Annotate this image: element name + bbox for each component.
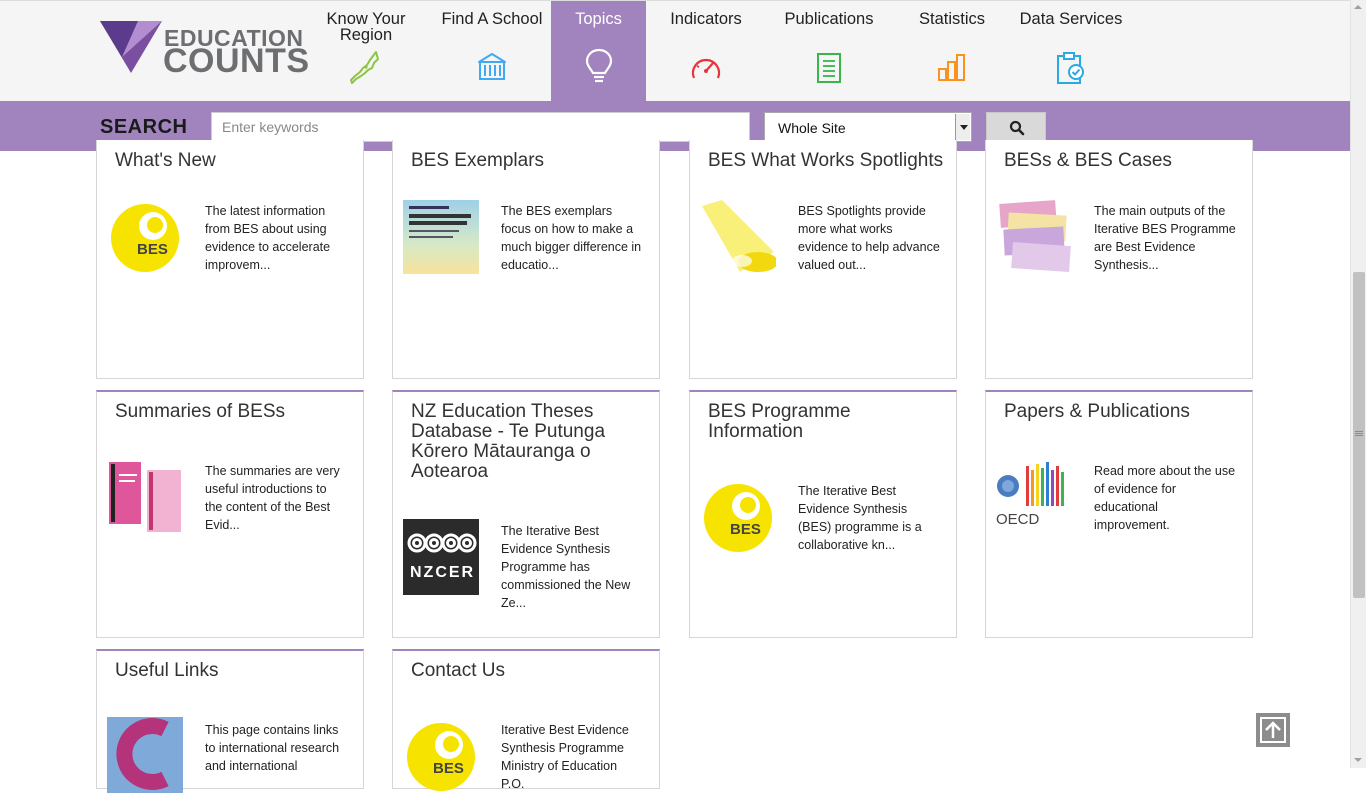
bes-logo-icon: BES	[407, 723, 475, 791]
gauge-icon	[691, 58, 721, 79]
arrow-up-icon	[1260, 717, 1286, 743]
svg-text:NZCER: NZCER	[410, 564, 475, 581]
nav-publications[interactable]: Publications	[775, 1, 883, 102]
search-icon	[1009, 120, 1025, 136]
card-nz-education-theses[interactable]: NZ Education Theses Database - Te Putung…	[392, 390, 660, 638]
logo-line2: COUNTS	[163, 42, 310, 80]
bes-logo-icon: BES	[111, 204, 179, 272]
search-title: SEARCH	[100, 116, 188, 138]
scroll-up-icon[interactable]	[1354, 5, 1362, 9]
svg-text:BES: BES	[433, 760, 464, 777]
nav-indicators[interactable]: Indicators	[660, 1, 752, 102]
search-input[interactable]	[211, 112, 750, 142]
useful-links-image	[107, 717, 183, 793]
card-title: Summaries of BESs	[115, 401, 285, 422]
nzcer-logo-image: NZCER	[403, 519, 479, 595]
card-summaries-of-bess[interactable]: Summaries of BESs The summaries are very…	[96, 390, 364, 638]
nz-map-icon	[350, 51, 379, 84]
card-title: Papers & Publications	[1004, 401, 1190, 422]
nav-label: Find A School	[441, 10, 543, 28]
nav-label: Data Services	[1019, 10, 1123, 28]
svg-text:BES: BES	[730, 521, 761, 538]
nav-statistics[interactable]: Statistics	[910, 1, 994, 102]
card-description: The latest information from BES about us…	[205, 204, 331, 272]
card-bes-programme-information[interactable]: BES Programme Information BES The Iterat…	[689, 390, 957, 638]
card-title: What's New	[115, 150, 216, 171]
search-scope-value: Whole Site	[778, 120, 846, 136]
exemplar-cover-image	[403, 200, 479, 274]
document-icon	[817, 53, 841, 83]
card-whats-new[interactable]: What's New BES The latest information fr…	[96, 140, 364, 379]
nav-know-your-region[interactable]: Know Your Region	[318, 1, 414, 102]
logo-triangle-icon	[100, 21, 162, 73]
lightbulb-icon	[585, 48, 612, 83]
card-contact-us[interactable]: Contact Us BES Iterative Best Evidence S…	[392, 649, 660, 791]
spotlight-image	[702, 200, 776, 272]
nav-data-services[interactable]: Data Services	[1016, 1, 1126, 102]
card-description: Iterative Best Evidence Synthesis Progra…	[501, 723, 629, 791]
site-header: EDUCATION COUNTS Know Your Region Find A…	[0, 0, 1350, 102]
card-title: BES Programme Information	[708, 401, 851, 442]
clipboard-check-icon	[1057, 52, 1084, 84]
card-description: The main outputs of the Iterative BES Pr…	[1094, 204, 1236, 272]
scrollbar-grip-icon	[1355, 431, 1363, 437]
card-bess-bes-cases[interactable]: BESs & BES Cases The main outputs of the…	[985, 140, 1253, 379]
card-papers-publications[interactable]: Papers & Publications OECD Read more abo…	[985, 390, 1253, 638]
card-title: Useful Links	[115, 660, 219, 681]
card-title: BESs & BES Cases	[1004, 150, 1172, 171]
education-counts-logo[interactable]: EDUCATION COUNTS	[100, 9, 309, 91]
nav-label: Indicators	[670, 10, 742, 28]
svg-text:OECD: OECD	[996, 511, 1040, 528]
back-to-top-button[interactable]	[1256, 713, 1290, 747]
bes-logo-icon: BES	[704, 484, 772, 552]
card-description: Read more about the use of evidence for …	[1094, 464, 1236, 532]
bar-chart-icon	[938, 54, 965, 81]
card-bes-exemplars[interactable]: BES Exemplars The BES exemplars focus on…	[392, 140, 660, 379]
card-title: BES Exemplars	[411, 150, 545, 171]
nav-label: Topics	[575, 10, 622, 28]
card-description: The BES exemplars focus on how to make a…	[501, 204, 642, 272]
card-title: Contact Us	[411, 660, 505, 681]
card-title: NZ Education Theses Database - Te Putung…	[411, 401, 606, 482]
oecd-logo-image: OECD	[996, 462, 1064, 528]
card-description: The summaries are very useful introducti…	[205, 464, 340, 532]
card-description: This page contains links to internationa…	[205, 723, 340, 773]
search-scope-select[interactable]: Whole Site	[764, 112, 972, 142]
school-building-icon	[478, 53, 506, 80]
nav-find-a-school[interactable]: Find A School	[436, 1, 548, 102]
nav-label: Statistics	[918, 10, 986, 28]
card-description: BES Spotlights provide more what works e…	[798, 204, 940, 272]
svg-text:BES: BES	[137, 241, 168, 258]
card-description: The Iterative Best Evidence Synthesis (B…	[798, 484, 922, 552]
card-title: BES What Works Spotlights	[708, 150, 944, 171]
nav-topics[interactable]: Topics	[551, 1, 646, 102]
scroll-down-icon[interactable]	[1354, 758, 1362, 762]
card-useful-links[interactable]: Useful Links This page contains links to…	[96, 649, 364, 793]
nav-label: Know Your Region	[326, 10, 406, 44]
card-bes-what-works-spotlights[interactable]: BES What Works Spotlights BES Spotlights…	[689, 140, 957, 379]
chevron-down-icon[interactable]	[955, 114, 970, 140]
card-description: The Iterative Best Evidence Synthesis Pr…	[501, 524, 631, 610]
page-scrollbar[interactable]	[1350, 0, 1366, 768]
search-button[interactable]	[986, 112, 1046, 142]
nav-label: Publications	[784, 10, 874, 28]
summaries-image	[109, 462, 181, 532]
bes-cases-image	[999, 200, 1071, 273]
